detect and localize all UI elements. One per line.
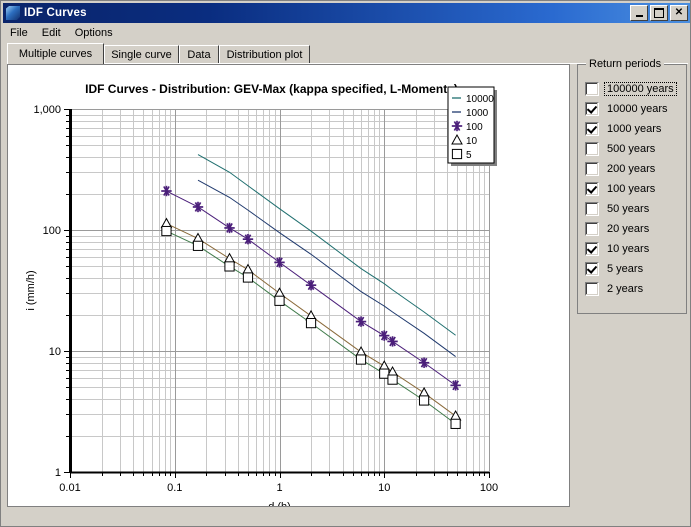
marker-square xyxy=(451,148,463,160)
return-period-row[interactable]: 200 years xyxy=(585,159,685,179)
return-periods-group: Return periods 100000 years 10000 years 10… xyxy=(577,58,687,314)
marker-square xyxy=(274,295,285,306)
window-title: IDF Curves xyxy=(24,7,87,19)
legend-label: 1000 xyxy=(466,108,489,119)
checkbox-checked-icon[interactable] xyxy=(585,102,599,116)
return-periods-list: 100000 years 10000 years 1000 years 500 yea… xyxy=(585,79,685,299)
checkbox-icon[interactable] xyxy=(585,222,599,236)
marker-square xyxy=(418,395,430,406)
marker-square xyxy=(161,225,172,237)
return-period-label: 100000 years xyxy=(604,82,677,96)
checkbox-checked-icon[interactable] xyxy=(585,242,599,256)
maximize-icon[interactable] xyxy=(650,5,668,21)
checkbox-icon[interactable] xyxy=(585,282,599,296)
app-icon xyxy=(6,6,20,20)
return-period-label: 50 years xyxy=(607,203,650,215)
return-period-label: 1000 years xyxy=(607,123,662,135)
marker-square xyxy=(450,418,461,429)
marker-square xyxy=(242,272,254,283)
marker-square xyxy=(387,374,398,385)
chart-title: IDF Curves - Distribution: GEV-Max (kapp… xyxy=(85,82,458,96)
return-period-label: 20 years xyxy=(607,223,650,235)
checkbox-checked-icon[interactable] xyxy=(585,262,599,276)
chart-panel: 0.01 0.1 1 10 100 1 10 100 1,000 d (h) i (mm/h) IDF… xyxy=(7,64,570,507)
close-icon[interactable]: ✕ xyxy=(670,5,688,21)
marker-square xyxy=(192,240,204,251)
return-periods-title: Return periods xyxy=(586,58,665,70)
x-tick-label: 1 xyxy=(276,482,282,494)
checkbox-icon[interactable] xyxy=(585,142,599,156)
return-period-row[interactable]: 2 years xyxy=(585,279,685,299)
menu-bar: File Edit Options xyxy=(3,24,690,41)
return-period-row[interactable]: 500 years xyxy=(585,139,685,159)
return-period-row[interactable]: 1000 years xyxy=(585,119,685,139)
title-bar: IDF Curves ✕ xyxy=(3,3,690,23)
y-tick-label: 100 xyxy=(43,225,61,237)
menu-item-file[interactable]: File xyxy=(3,25,35,41)
checkbox-checked-icon[interactable] xyxy=(585,122,599,136)
return-period-label: 5 years xyxy=(607,263,644,275)
window-controls: ✕ xyxy=(630,5,688,21)
menu-item-options[interactable]: Options xyxy=(68,25,120,41)
y-axis-label: i (mm/h) xyxy=(25,270,37,310)
checkbox-checked-icon[interactable] xyxy=(585,182,599,196)
idf-chart: 0.01 0.1 1 10 100 1 10 100 1,000 d (h) i (mm/h) IDF… xyxy=(8,65,569,506)
legend-label: 100 xyxy=(466,122,483,133)
return-period-label: 100 years xyxy=(607,183,656,195)
x-axis-label: d (h) xyxy=(268,501,291,506)
return-period-row[interactable]: 10 years xyxy=(585,239,685,259)
x-tick-label: 0.1 xyxy=(167,482,182,494)
x-tick-label: 100 xyxy=(480,482,498,494)
marker-square xyxy=(355,354,367,365)
y-tick-label: 1,000 xyxy=(33,104,61,116)
legend-label: 5 xyxy=(466,150,472,161)
return-period-label: 2 years xyxy=(607,283,644,295)
return-period-label: 500 years xyxy=(607,143,656,155)
y-tick-label: 1 xyxy=(55,467,61,479)
legend-label: 10000 xyxy=(466,94,494,105)
tab-multiple-curves[interactable]: Multiple curves xyxy=(7,43,104,64)
return-period-label: 200 years xyxy=(607,163,656,175)
x-tick-label: 0.01 xyxy=(59,482,80,494)
return-period-row[interactable]: 10000 years xyxy=(585,99,685,119)
tab-single-curve[interactable]: Single curve xyxy=(104,45,179,63)
return-period-row[interactable]: 100000 years xyxy=(585,79,685,99)
return-period-row[interactable]: 5 years xyxy=(585,259,685,279)
return-period-row[interactable]: 100 years xyxy=(585,179,685,199)
return-period-label: 10000 years xyxy=(607,103,668,115)
minimize-icon[interactable] xyxy=(630,5,648,21)
tab-data[interactable]: Data xyxy=(179,45,219,63)
return-period-label: 10 years xyxy=(607,243,650,255)
marker-square xyxy=(305,318,317,329)
return-period-row[interactable]: 20 years xyxy=(585,219,685,239)
legend-label: 10 xyxy=(466,136,478,147)
checkbox-icon[interactable] xyxy=(585,202,599,216)
marker-square xyxy=(224,261,235,272)
checkbox-icon[interactable] xyxy=(585,82,599,96)
y-tick-label: 10 xyxy=(49,346,61,358)
return-period-row[interactable]: 50 years xyxy=(585,199,685,219)
x-tick-label: 10 xyxy=(378,482,390,494)
menu-item-edit[interactable]: Edit xyxy=(35,25,68,41)
tab-distribution-plot[interactable]: Distribution plot xyxy=(219,45,310,63)
checkbox-icon[interactable] xyxy=(585,162,599,176)
chart-legend: 10000 1000 100 10 5 xyxy=(447,86,497,166)
idf-curves-window: IDF Curves ✕ File Edit Options Multiple … xyxy=(0,0,691,527)
